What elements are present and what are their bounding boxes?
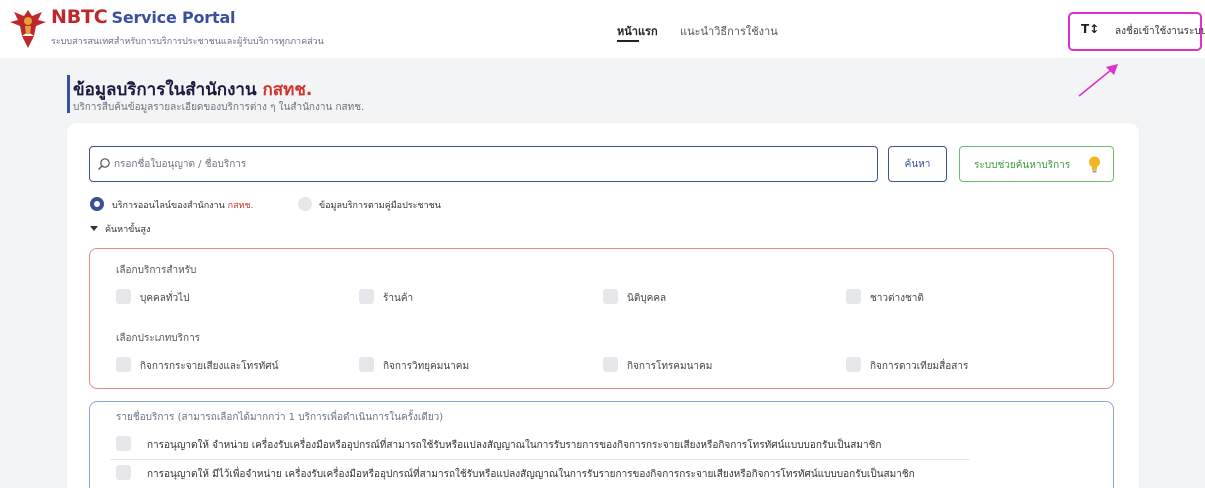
- checkbox-telecommunication-label[interactable]: กิจการโทรคมนาคม: [627, 359, 712, 374]
- search-assistant-button[interactable]: ระบบช่วยค้นหาบริการ: [959, 146, 1114, 182]
- brand-title[interactable]: NBTC Service Portal: [51, 6, 236, 28]
- search-assistant-label: ระบบช่วยค้นหาบริการ: [974, 160, 1071, 171]
- search-input[interactable]: [114, 147, 864, 181]
- lightbulb-icon: [1089, 156, 1100, 173]
- nav-home[interactable]: หน้าแรก: [617, 22, 658, 40]
- nav-active-indicator: [617, 40, 639, 42]
- brand-service: Service Portal: [111, 8, 236, 27]
- list-divider: [110, 459, 970, 460]
- page-title-text: ข้อมูลบริการในสำนักงาน: [73, 80, 257, 100]
- checkbox-foreigner[interactable]: [846, 289, 861, 304]
- checkbox-broadcasting[interactable]: [116, 357, 131, 372]
- search-button[interactable]: ค้นหา: [888, 146, 947, 182]
- service-item-1-label[interactable]: การอนุญาตให้ จำหน่าย เครื่องรับเครื่องมื…: [147, 438, 881, 453]
- service-type-title: เลือกประเภทบริการ: [116, 333, 201, 344]
- search-box[interactable]: [89, 146, 878, 182]
- brand-subtitle: ระบบสารสนเทศสำหรับการบริการประชาชนและผู้…: [51, 37, 324, 47]
- radio-manual-services-label[interactable]: ข้อมูลบริการตามคู่มือประชาชน: [319, 198, 441, 212]
- radio-online-label-text: บริการออนไลน์ของสำนักงาน: [112, 201, 225, 211]
- page-title: ข้อมูลบริการในสำนักงาน กสทช.: [73, 76, 312, 103]
- checkbox-service-item-2[interactable]: [116, 465, 131, 480]
- page-subtitle: บริการสืบค้นข้อมูลรายละเอียดของบริการต่า…: [73, 102, 365, 113]
- service-item-2-label[interactable]: การอนุญาตให้ มีไว้เพื่อจำหน่าย เครื่องรั…: [147, 467, 915, 482]
- top-header: NBTC Service Portal ระบบสารสนเทศสำหรับการ…: [0, 0, 1205, 58]
- chevron-down-icon[interactable]: [90, 226, 98, 231]
- checkbox-shop-label[interactable]: ร้านค้า: [383, 291, 413, 306]
- radio-online-label-org: กสทช.: [227, 201, 254, 211]
- brand-name: NBTC: [51, 6, 108, 28]
- checkbox-satellite[interactable]: [846, 357, 861, 372]
- radio-online-services-label[interactable]: บริการออนไลน์ของสำนักงาน กสทช.: [112, 198, 253, 212]
- checkbox-satellite-label[interactable]: กิจการดาวเทียมสื่อสาร: [870, 359, 968, 374]
- pointer-arrow-icon: [1078, 64, 1118, 97]
- checkbox-shop[interactable]: [359, 289, 374, 304]
- search-icon: [98, 158, 110, 170]
- garuda-emblem-icon[interactable]: [8, 6, 48, 50]
- advanced-search-toggle[interactable]: ค้นหาขั้นสูง: [105, 222, 150, 236]
- checkbox-service-item-1[interactable]: [116, 436, 131, 451]
- checkbox-juristic-person[interactable]: [603, 289, 618, 304]
- target-group-title: เลือกบริการสำหรับ: [116, 265, 197, 276]
- radio-online-services[interactable]: [90, 197, 104, 211]
- checkbox-broadcasting-label[interactable]: กิจการกระจายเสียงและโทรทัศน์: [140, 359, 278, 374]
- checkbox-general-public[interactable]: [116, 289, 131, 304]
- checkbox-juristic-person-label[interactable]: นิติบุคคล: [627, 291, 666, 306]
- page-title-org: กสทช.: [262, 80, 313, 100]
- text-size-icon[interactable]: T↕: [1081, 22, 1099, 36]
- checkbox-radiocommunication-label[interactable]: กิจการวิทยุคมนาคม: [383, 359, 469, 374]
- checkbox-foreigner-label[interactable]: ชาวต่างชาติ: [870, 291, 924, 306]
- page-title-accent: [67, 75, 70, 113]
- checkbox-telecommunication[interactable]: [603, 357, 618, 372]
- checkbox-general-public-label[interactable]: บุคคลทั่วไป: [140, 291, 189, 306]
- checkbox-radiocommunication[interactable]: [359, 357, 374, 372]
- service-list-title: รายชื่อบริการ (สามารถเลือกได้มากกว่า 1 บ…: [116, 412, 444, 423]
- nav-guide[interactable]: แนะนำวิธีการใช้งาน: [680, 22, 778, 40]
- login-link[interactable]: ลงชื่อเข้าใช้งานระบบ: [1115, 24, 1205, 39]
- radio-manual-services[interactable]: [298, 197, 312, 211]
